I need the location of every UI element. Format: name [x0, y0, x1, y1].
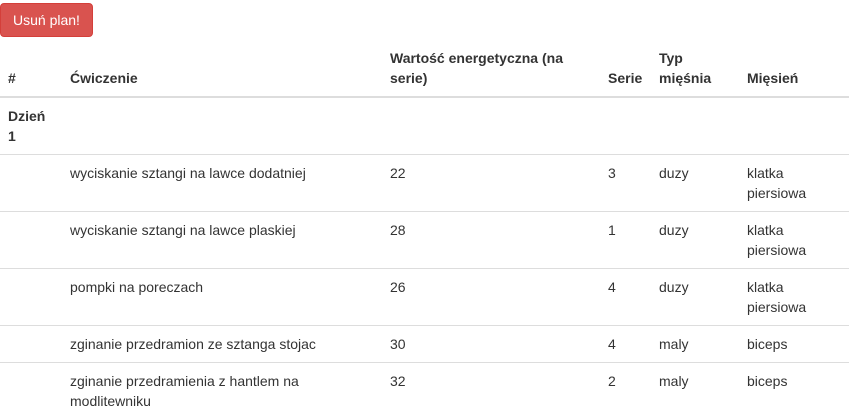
- header-exercise: Ćwiczenie: [62, 40, 382, 98]
- row-muscle: klatka piersiowa: [739, 154, 849, 212]
- row-muscle-type: maly: [651, 362, 739, 409]
- row-exercise: zginanie przedramienia z hantlem na modl…: [62, 362, 382, 409]
- day-empty-cell: [62, 96, 382, 155]
- row-energy: 28: [382, 211, 600, 269]
- header-index: #: [0, 40, 62, 98]
- row-sets: 3: [600, 154, 651, 212]
- day-empty-cell: [382, 96, 600, 155]
- row-index: [0, 268, 62, 326]
- row-index: [0, 211, 62, 269]
- plan-table: # Ćwiczenie Wartość energetyczna (na ser…: [0, 40, 849, 409]
- row-muscle: biceps: [739, 325, 849, 363]
- row-exercise: zginanie przedramion ze sztanga stojac: [62, 325, 382, 363]
- header-muscle-type: Typ mięśnia: [651, 40, 739, 98]
- row-muscle-type: maly: [651, 325, 739, 363]
- row-index: [0, 362, 62, 409]
- row-sets: 4: [600, 268, 651, 326]
- day-empty-cell: [600, 96, 651, 155]
- day-empty-cell: [651, 96, 739, 155]
- row-energy: 26: [382, 268, 600, 326]
- day-empty-cell: [739, 96, 849, 155]
- day-row: Dzień 1: [0, 96, 849, 155]
- row-exercise: wyciskanie sztangi na lawce dodatniej: [62, 154, 382, 212]
- row-sets: 4: [600, 325, 651, 363]
- row-muscle-type: duzy: [651, 211, 739, 269]
- header-row: # Ćwiczenie Wartość energetyczna (na ser…: [0, 40, 849, 98]
- header-sets: Serie: [600, 40, 651, 98]
- table-body: Dzień 1 wyciskanie sztangi na lawce doda…: [0, 96, 849, 409]
- table-row: zginanie przedramienia z hantlem na modl…: [0, 362, 849, 409]
- row-index: [0, 325, 62, 363]
- table-row: pompki na poreczach 26 4 duzy klatka pie…: [0, 268, 849, 326]
- header-energy: Wartość energetyczna (na serie): [382, 40, 600, 98]
- row-energy: 32: [382, 362, 600, 409]
- row-muscle-type: duzy: [651, 268, 739, 326]
- row-index: [0, 154, 62, 212]
- table-row: zginanie przedramion ze sztanga stojac 3…: [0, 325, 849, 363]
- delete-plan-button[interactable]: Usuń plan!: [0, 3, 93, 37]
- table-row: wyciskanie sztangi na lawce plaskiej 28 …: [0, 211, 849, 269]
- row-muscle: klatka piersiowa: [739, 211, 849, 269]
- row-muscle: biceps: [739, 362, 849, 409]
- row-exercise: wyciskanie sztangi na lawce plaskiej: [62, 211, 382, 269]
- table-header: # Ćwiczenie Wartość energetyczna (na ser…: [0, 40, 849, 98]
- row-muscle: klatka piersiowa: [739, 268, 849, 326]
- row-exercise: pompki na poreczach: [62, 268, 382, 326]
- row-muscle-type: duzy: [651, 154, 739, 212]
- row-energy: 22: [382, 154, 600, 212]
- row-energy: 30: [382, 325, 600, 363]
- page: Usuń plan! # Ćwiczenie Wartość energetyc…: [0, 0, 849, 409]
- row-sets: 1: [600, 211, 651, 269]
- row-sets: 2: [600, 362, 651, 409]
- day-label: Dzień 1: [8, 108, 46, 144]
- table-row: wyciskanie sztangi na lawce dodatniej 22…: [0, 154, 849, 212]
- header-muscle: Mięsień: [739, 40, 849, 98]
